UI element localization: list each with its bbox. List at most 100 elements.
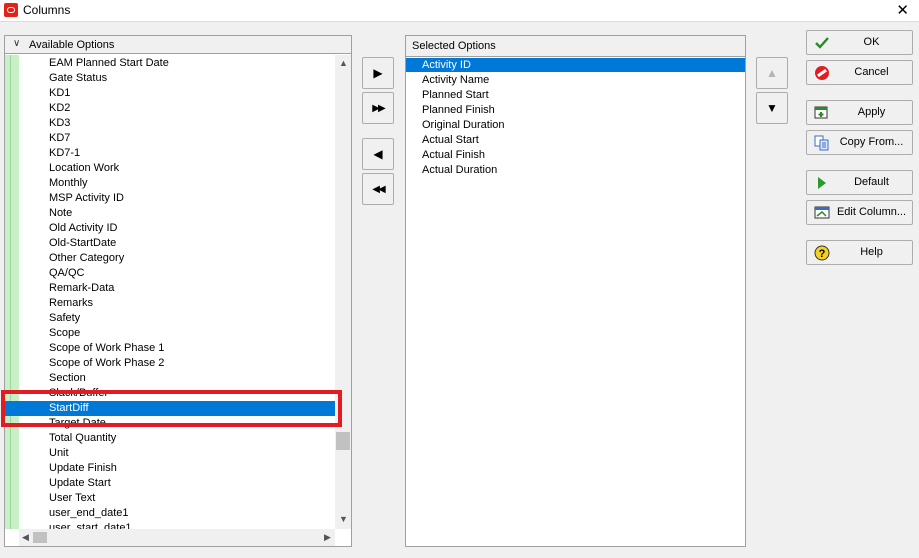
add-button[interactable]: ▶ [362, 57, 394, 89]
scroll-left-icon[interactable]: ◀ [22, 532, 29, 543]
edit-column-icon [814, 206, 830, 219]
list-item[interactable]: QA/QC [5, 266, 335, 281]
list-item[interactable]: MSP Activity ID [5, 191, 335, 206]
list-item-label: Scope of Work Phase 1 [49, 342, 165, 354]
list-item[interactable]: Monthly [5, 176, 335, 191]
list-item-label: Gate Status [49, 72, 108, 84]
list-item[interactable]: Unit [5, 446, 335, 461]
list-item[interactable]: user_end_date1 [5, 506, 335, 521]
list-item-label: KD1 [49, 87, 71, 99]
list-item-label: Safety [49, 312, 81, 324]
move-down-button[interactable]: ▼ [756, 92, 788, 124]
primavera-logo-icon [4, 3, 18, 17]
selected-item-label: Original Duration [422, 119, 505, 131]
list-item-label: Other Category [49, 252, 125, 264]
add-all-button[interactable]: ▶▶ [362, 92, 394, 124]
vertical-scrollbar[interactable]: ▲ ▼ [335, 55, 351, 529]
h-scroll-thumb[interactable] [33, 532, 47, 543]
copy-from-label: Copy From... [839, 136, 904, 148]
default-label: Default [854, 176, 889, 188]
highlight-annotation [1, 390, 342, 427]
selected-list-item[interactable]: Original Duration [406, 118, 745, 132]
window-bottom-edge [0, 548, 919, 558]
remove-all-button[interactable]: ◀◀ [362, 173, 394, 205]
list-item-label: KD2 [49, 102, 71, 114]
list-item[interactable]: Scope [5, 326, 335, 341]
available-options-list[interactable]: EAM Planned Start Date Gate Status KD1 KD2 K… [5, 55, 335, 529]
list-item[interactable]: KD7-1 [5, 146, 335, 161]
list-item[interactable]: Remarks [5, 296, 335, 311]
selected-list-item[interactable]: Planned Finish [406, 103, 745, 117]
list-item[interactable]: Remark-Data [5, 281, 335, 296]
list-item[interactable]: Scope of Work Phase 2 [5, 356, 335, 371]
list-item[interactable]: Location Work [5, 161, 335, 176]
list-item[interactable]: user_start_date1 [5, 521, 335, 529]
list-item[interactable]: Scope of Work Phase 1 [5, 341, 335, 356]
copy-from-button[interactable]: Copy From... [806, 130, 913, 155]
list-item[interactable]: User Text [5, 491, 335, 506]
list-item[interactable]: EAM Planned Start Date [5, 56, 335, 71]
list-item[interactable]: Old Activity ID [5, 221, 335, 236]
list-item[interactable]: Total Quantity [5, 431, 335, 446]
selected-item-label: Activity Name [422, 74, 490, 86]
svg-text:?: ? [819, 248, 826, 260]
selected-list-item[interactable]: Actual Start [406, 133, 745, 147]
close-icon[interactable]: ✕ [896, 1, 909, 19]
scroll-thumb[interactable] [336, 432, 350, 450]
list-item[interactable]: Gate Status [5, 71, 335, 86]
selected-list-item[interactable]: Activity ID [406, 58, 745, 72]
play-icon [818, 177, 826, 189]
apply-icon [814, 106, 828, 119]
remove-button[interactable]: ◀ [362, 138, 394, 170]
list-item[interactable]: Old-StartDate [5, 236, 335, 251]
horizontal-scrollbar[interactable]: ◀ ▶ [19, 529, 335, 546]
list-item[interactable]: Note [5, 206, 335, 221]
available-options-header[interactable]: ∨ Available Options [5, 36, 351, 54]
selected-item-label: Planned Start [422, 89, 489, 101]
selected-item-label: Actual Duration [422, 164, 498, 176]
list-item-label: Scope [49, 327, 81, 339]
list-item[interactable]: KD1 [5, 86, 335, 101]
list-item[interactable]: Update Start [5, 476, 335, 491]
help-button[interactable]: ? Help [806, 240, 913, 265]
edit-column-button[interactable]: Edit Column... [806, 200, 913, 225]
selected-list-item[interactable]: Actual Duration [406, 163, 745, 177]
edit-column-label: Edit Column... [836, 206, 907, 218]
list-item[interactable]: Update Finish [5, 461, 335, 476]
scroll-down-icon[interactable]: ▼ [339, 514, 348, 524]
selected-list-item[interactable]: Activity Name [406, 73, 745, 87]
selected-item-label: Activity ID [422, 59, 471, 71]
list-item-label: Unit [49, 447, 69, 459]
chevron-down-icon[interactable]: ∨ [13, 38, 20, 49]
selected-list-item[interactable]: Actual Finish [406, 148, 745, 162]
ok-label: OK [863, 36, 880, 48]
list-item-label: KD7 [49, 132, 71, 144]
list-item[interactable]: KD3 [5, 116, 335, 131]
cancel-button[interactable]: Cancel [806, 60, 913, 85]
list-item-label: KD3 [49, 117, 71, 129]
title-bar: Columns ✕ [0, 0, 919, 22]
list-item-label: User Text [49, 492, 96, 504]
apply-button[interactable]: Apply [806, 100, 913, 125]
list-item-label: Remarks [49, 297, 94, 309]
scroll-right-icon[interactable]: ▶ [324, 532, 331, 543]
available-options-title: Available Options [29, 39, 115, 51]
selected-list-item[interactable]: Planned Start [406, 88, 745, 102]
list-item-label: MSP Activity ID [49, 192, 124, 204]
list-item[interactable]: Section [5, 371, 335, 386]
list-item-label: Monthly [49, 177, 88, 189]
list-item[interactable]: KD7 [5, 131, 335, 146]
selected-options-panel: Selected Options Activity ID Activity Nam… [405, 35, 746, 547]
move-up-button[interactable]: ▲ [756, 57, 788, 89]
list-item-label: Total Quantity [49, 432, 117, 444]
scroll-up-icon[interactable]: ▲ [339, 58, 348, 68]
list-item-label: Section [49, 372, 86, 384]
list-item[interactable]: Other Category [5, 251, 335, 266]
list-item[interactable]: KD2 [5, 101, 335, 116]
list-item-label: user_end_date1 [49, 507, 129, 519]
default-button[interactable]: Default [806, 170, 913, 195]
list-item[interactable]: Safety [5, 311, 335, 326]
selected-item-label: Actual Finish [422, 149, 485, 161]
selected-options-title: Selected Options [412, 40, 496, 52]
ok-button[interactable]: OK [806, 30, 913, 55]
